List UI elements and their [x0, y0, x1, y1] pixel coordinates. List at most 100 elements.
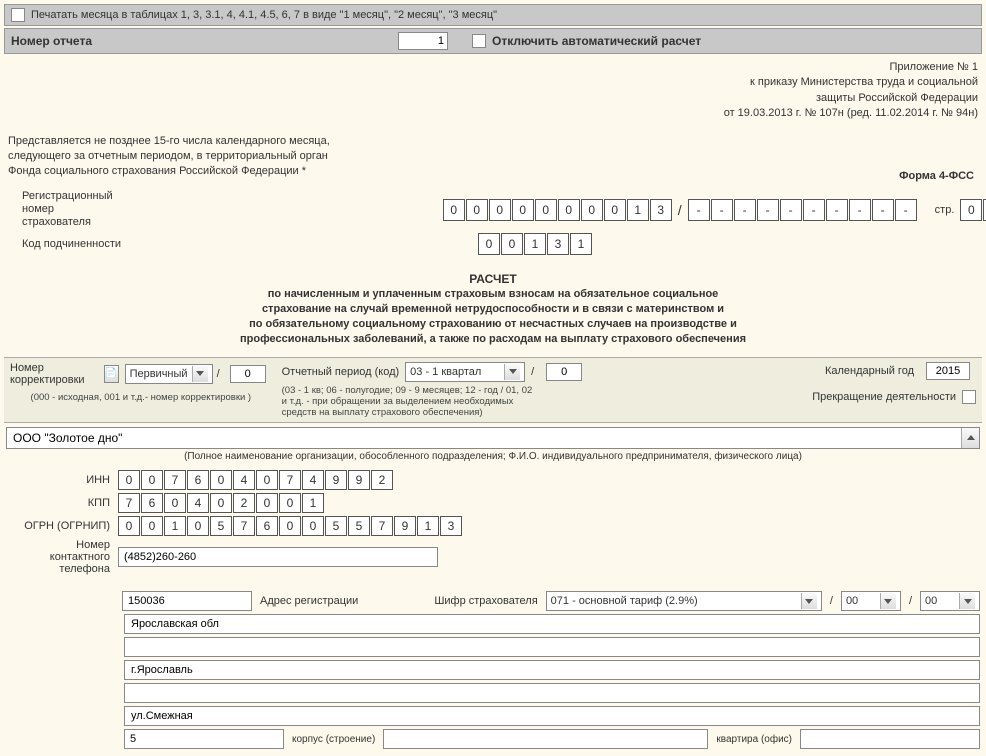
ogrn-cell[interactable]: 6 — [256, 516, 278, 536]
sub-cell[interactable]: 1 — [570, 233, 592, 255]
reg-ext-cell[interactable]: - — [688, 199, 710, 221]
kpp-cell[interactable]: 0 — [256, 493, 278, 513]
reg-ext-cell[interactable]: - — [803, 199, 825, 221]
org-name-input[interactable] — [7, 428, 961, 448]
ogrn-cell[interactable]: 1 — [164, 516, 186, 536]
reg-ext-cell[interactable]: - — [826, 199, 848, 221]
reg-cell[interactable]: 0 — [604, 199, 626, 221]
street-input[interactable] — [124, 706, 980, 726]
reg-ext-cell[interactable]: - — [872, 199, 894, 221]
inn-cell[interactable]: 0 — [141, 470, 163, 490]
sub-cell[interactable]: 3 — [547, 233, 569, 255]
reg-ext-cell[interactable]: - — [780, 199, 802, 221]
ogrn-cell[interactable]: 0 — [118, 516, 140, 536]
document-title: РАСЧЕТ по начисленным и уплаченным страх… — [44, 271, 942, 347]
print-months-checkbox[interactable] — [11, 8, 25, 22]
cease-checkbox[interactable] — [962, 390, 976, 404]
slash: / — [830, 595, 833, 607]
reg-ext-cell[interactable]: - — [711, 199, 733, 221]
inn-cell[interactable]: 4 — [233, 470, 255, 490]
ogrn-cell[interactable]: 5 — [348, 516, 370, 536]
kpp-row: КПП 7 6 0 4 0 2 0 0 1 — [14, 493, 982, 513]
expand-icon[interactable] — [961, 428, 979, 448]
inn-cell[interactable]: 2 — [371, 470, 393, 490]
reg-ext-cell[interactable]: - — [757, 199, 779, 221]
ogrn-cell[interactable]: 0 — [187, 516, 209, 536]
inn-cell[interactable]: 9 — [348, 470, 370, 490]
ogrn-cell[interactable]: 5 — [325, 516, 347, 536]
slash: / — [531, 366, 534, 378]
ogrn-cell[interactable]: 7 — [233, 516, 255, 536]
reg-cell[interactable]: 0 — [512, 199, 534, 221]
inn-cell[interactable]: 9 — [325, 470, 347, 490]
sub-cell[interactable]: 1 — [524, 233, 546, 255]
phone-label: Номер контактного телефона — [14, 539, 118, 575]
zip-input[interactable] — [122, 591, 252, 611]
kpp-cell[interactable]: 6 — [141, 493, 163, 513]
reg-ext-cell[interactable]: - — [895, 199, 917, 221]
chevron-down-icon — [959, 593, 975, 609]
ogrn-cell[interactable]: 0 — [279, 516, 301, 536]
reg-cell[interactable]: 0 — [443, 199, 465, 221]
period-note-1: (03 - 1 кв; 06 - полугодие; 09 - 9 месяц… — [282, 385, 662, 396]
period-extra-input[interactable] — [546, 363, 582, 381]
str-cells: 0 0 1 — [960, 199, 986, 221]
sub-cell[interactable]: 0 — [501, 233, 523, 255]
ogrn-cell[interactable]: 7 — [371, 516, 393, 536]
ogrn-cell[interactable]: 9 — [394, 516, 416, 536]
ogrn-cell[interactable]: 1 — [417, 516, 439, 536]
region-input[interactable] — [124, 614, 980, 634]
reg-cell[interactable]: 0 — [489, 199, 511, 221]
org-name-row — [6, 427, 980, 449]
house-input[interactable] — [124, 729, 284, 749]
blank-input-1[interactable] — [124, 637, 980, 657]
reg-cell[interactable]: 3 — [650, 199, 672, 221]
inn-cell[interactable]: 4 — [302, 470, 324, 490]
title-1: по начисленным и уплаченным страховым вз… — [44, 287, 942, 302]
kpp-cell[interactable]: 7 — [118, 493, 140, 513]
kpp-cell[interactable]: 2 — [233, 493, 255, 513]
report-number-input[interactable] — [398, 32, 448, 50]
inn-cell[interactable]: 0 — [256, 470, 278, 490]
period-select[interactable]: 03 - 1 квартал — [405, 362, 525, 382]
reg-cell[interactable]: 0 — [466, 199, 488, 221]
tariff-code2-select[interactable]: 00 — [920, 591, 980, 611]
slash: / — [909, 595, 912, 607]
tariff-code1-select[interactable]: 00 — [841, 591, 901, 611]
correction-number-input[interactable] — [230, 365, 266, 383]
ogrn-cell[interactable]: 0 — [141, 516, 163, 536]
form-code: Форма 4-ФСС — [899, 170, 974, 182]
inn-cell[interactable]: 0 — [118, 470, 140, 490]
blank-input-2[interactable] — [124, 683, 980, 703]
reg-ext-cell[interactable]: - — [849, 199, 871, 221]
reg-cell[interactable]: 1 — [627, 199, 649, 221]
flat-input[interactable] — [800, 729, 980, 749]
inn-cell[interactable]: 6 — [187, 470, 209, 490]
sub-code-row: Код подчиненности 0 0 1 3 1 — [8, 233, 978, 255]
phone-input[interactable] — [118, 547, 438, 567]
ogrn-cell[interactable]: 0 — [302, 516, 324, 536]
reg-cell[interactable]: 0 — [581, 199, 603, 221]
inn-cell[interactable]: 0 — [210, 470, 232, 490]
year-input[interactable] — [926, 362, 970, 380]
kpp-cell[interactable]: 0 — [164, 493, 186, 513]
inn-cell[interactable]: 7 — [279, 470, 301, 490]
kpp-cell[interactable]: 0 — [210, 493, 232, 513]
sub-cell[interactable]: 0 — [478, 233, 500, 255]
ogrn-cell[interactable]: 5 — [210, 516, 232, 536]
tariff-select[interactable]: 071 - основной тариф (2.9%) — [546, 591, 822, 611]
reg-cell[interactable]: 0 — [558, 199, 580, 221]
reg-cell[interactable]: 0 — [535, 199, 557, 221]
city-input[interactable] — [124, 660, 980, 680]
disable-auto-checkbox[interactable] — [472, 34, 486, 48]
kpp-cell[interactable]: 4 — [187, 493, 209, 513]
korp-input[interactable] — [383, 729, 708, 749]
kpp-cell[interactable]: 1 — [302, 493, 324, 513]
header-left: Представляется не позднее 15-го числа ка… — [8, 134, 330, 180]
inn-cell[interactable]: 7 — [164, 470, 186, 490]
kpp-cell[interactable]: 0 — [279, 493, 301, 513]
str-cell[interactable]: 0 — [960, 199, 982, 221]
correction-type-select[interactable]: Первичный — [125, 364, 213, 384]
ogrn-cell[interactable]: 3 — [440, 516, 462, 536]
reg-ext-cell[interactable]: - — [734, 199, 756, 221]
